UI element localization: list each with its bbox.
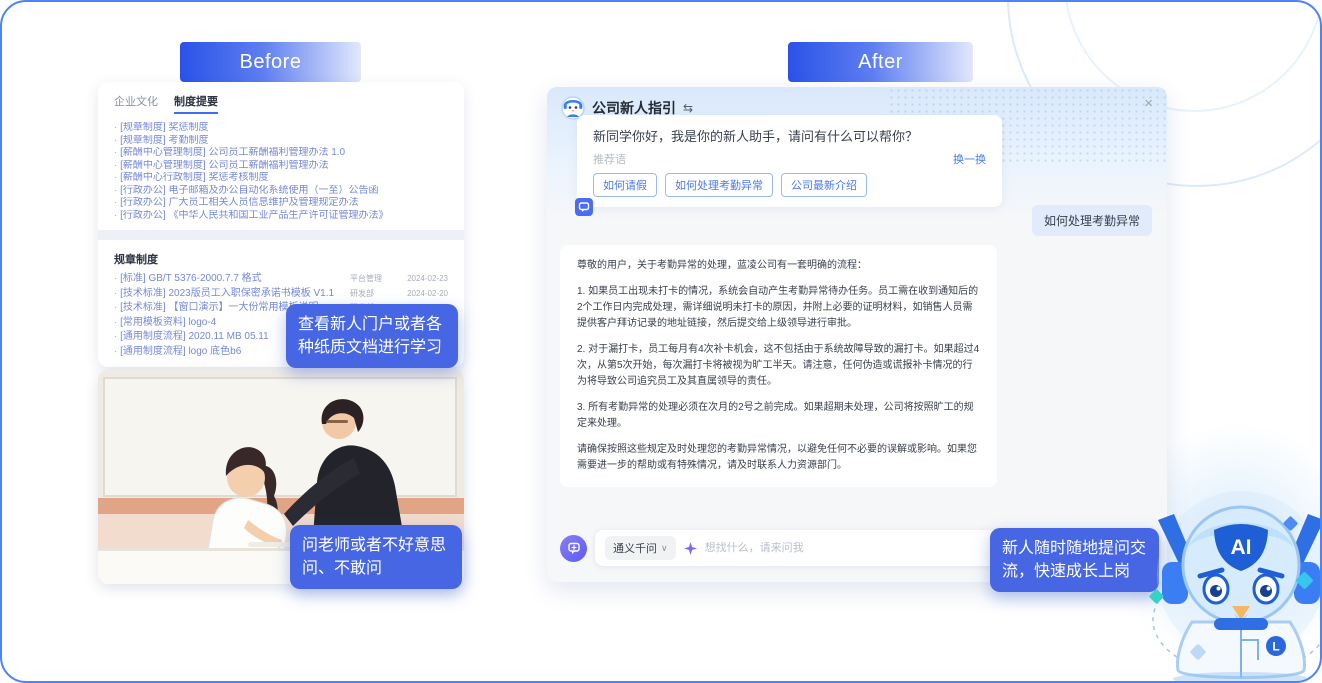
model-name: 通义千问 (613, 540, 657, 556)
chip-how-to-leave[interactable]: 如何请假 (593, 173, 657, 197)
portal-link[interactable]: [规章制度] 奖惩制度 (114, 122, 448, 135)
doc-title[interactable]: [技术标准] 2023版员工入职保密承诺书模板 V1.1 (114, 287, 350, 302)
mascot-badge-label: L (1272, 640, 1279, 654)
reply-paragraph: 3. 所有考勤异常的处理必须在次月的2号之前完成。如果超期未处理，公司将按照旷工… (577, 400, 980, 432)
welcome-text: 新同学你好，我是你的新人助手，请问有什么可以帮你？ (593, 126, 986, 145)
portal-link-list: [规章制度] 奖惩制度 [规章制度] 考勤制度 [薪酬中心管理制度] 公司员工薪… (114, 122, 448, 222)
suggestion-chips: 如何请假 如何处理考勤异常 公司最新介绍 (593, 173, 986, 197)
comparison-card: Before After 企业文化 制度提要 [规章制度] 奖惩制度 [规章制度… (0, 0, 1322, 683)
before-banner: Before (180, 42, 361, 82)
chip-attendance-anomaly[interactable]: 如何处理考勤异常 (665, 173, 773, 197)
tab-policy-digest[interactable]: 制度提要 (174, 93, 218, 114)
portal-link[interactable]: [行政办公] 广大员工相关人员信息维护及管理规定办法 (114, 197, 448, 210)
docs-section-title: 规章制度 (114, 251, 448, 267)
portal-link[interactable]: [行政办公] 电子邮箱及办公自动化系统使用（一至）公告函 (114, 185, 448, 198)
tab-company-culture[interactable]: 企业文化 (114, 93, 158, 114)
chevron-down-icon: ∨ (661, 543, 668, 554)
portal-tabs: 企业文化 制度提要 (114, 93, 448, 114)
doc-owner: 研发部 (350, 287, 396, 302)
close-icon[interactable]: × (1144, 95, 1153, 112)
reply-paragraph: 1. 如果员工出现未打卡的情况，系统会自动产生考勤异常待办任务。员工需在收到通知… (577, 284, 980, 332)
doc-date: 2024-02-20 (396, 287, 448, 302)
portal-link[interactable]: [薪酬中心管理制度] 公司员工薪酬福利管理办法 1.0 (114, 147, 448, 160)
swap-assistant-icon[interactable]: ⇆ (683, 101, 693, 115)
portal-link[interactable]: [规章制度] 考勤制度 (114, 135, 448, 148)
ai-chat-window: 公司新人指引 ⇆ × 新同学你好，我是你的新人助手，请问有什么可以帮你？ 推荐语… (547, 87, 1167, 582)
portal-link[interactable]: [薪酬中心行政制度] 奖惩考核制度 (114, 172, 448, 185)
assistant-mini-logo-icon (575, 198, 593, 216)
doc-owner: 平台管理 (350, 272, 396, 287)
portal-link[interactable]: [薪酬中心管理制度] 公司员工薪酬福利管理办法 (114, 160, 448, 173)
portal-news-card: 企业文化 制度提要 [规章制度] 奖惩制度 [规章制度] 考勤制度 [薪酬中心管… (98, 82, 464, 230)
refresh-suggestions-button[interactable]: 换一换 (953, 151, 986, 167)
ai-robot-mascot: AI L (1148, 470, 1322, 683)
suggestion-row: 推荐语 换一换 (593, 151, 986, 167)
callout-ask-anytime: 新人随时随地提问交流，快速成长上岗 (990, 528, 1159, 592)
reply-paragraph: 尊敬的用户，关于考勤异常的处理，蓝凌公司有一套明确的流程： (577, 258, 980, 274)
portal-link[interactable]: [行政办公] 《中华人民共和国工业产品生产许可证管理办法》 (114, 210, 448, 223)
model-selector[interactable]: 通义千问 ∨ (605, 536, 676, 560)
callout-ask-teacher: 问老师或者不好意思问、不敢问 (290, 525, 462, 589)
suggestion-label: 推荐语 (593, 151, 626, 167)
chat-bubble-icon (567, 541, 581, 555)
chip-company-intro[interactable]: 公司最新介绍 (781, 173, 867, 197)
after-banner: After (788, 42, 973, 82)
reply-paragraph: 2. 对于漏打卡，员工每月有4次补卡机会，这不包括由于系统故障导致的漏打卡。如果… (577, 342, 980, 390)
assistant-reply-bubble: 尊敬的用户，关于考勤异常的处理，蓝凌公司有一套明确的流程： 1. 如果员工出现未… (560, 245, 997, 487)
mascot-forehead-label: AI (1231, 536, 1252, 559)
reply-paragraph: 请确保按照这些规定及时处理您的考勤异常情况，以避免任何不必要的误解或影响。如果您… (577, 442, 980, 474)
welcome-message-card: 新同学你好，我是你的新人助手，请问有什么可以帮你？ 推荐语 换一换 如何请假 如… (577, 115, 1002, 207)
user-message-bubble: 如何处理考勤异常 (1032, 205, 1152, 236)
before-banner-label: Before (240, 51, 302, 74)
doc-row[interactable]: [标准] GB/T 5376-2000.7.7 格式 平台管理 2024-02-… (114, 272, 448, 287)
new-chat-button[interactable] (560, 535, 587, 562)
doc-date: 2024-02-23 (396, 272, 448, 287)
callout-portal-learning: 查看新人门户或者各种纸质文档进行学习 (286, 304, 458, 368)
sparkle-icon (684, 542, 697, 555)
after-banner-label: After (858, 51, 903, 74)
doc-title[interactable]: [标准] GB/T 5376-2000.7.7 格式 (114, 272, 350, 287)
doc-row[interactable]: [技术标准] 2023版员工入职保密承诺书模板 V1.1 研发部 2024-02… (114, 287, 448, 302)
